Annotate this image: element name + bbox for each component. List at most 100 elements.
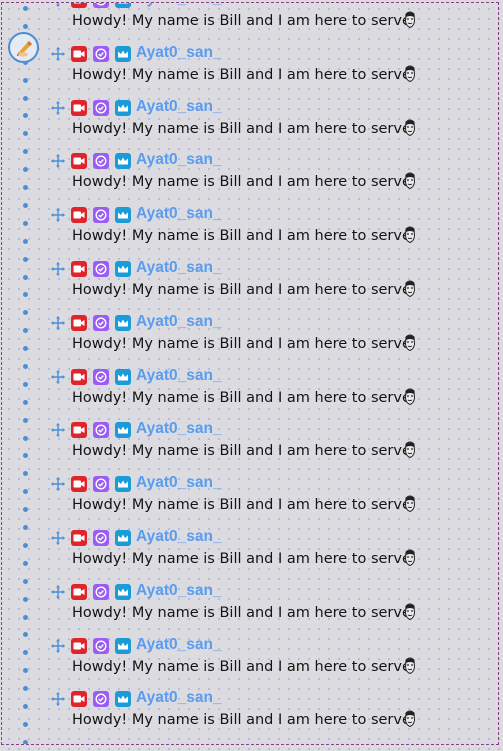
move-handle-icon[interactable] [50, 3, 66, 8]
verified-check-icon [93, 368, 109, 385]
video-camera-icon [71, 261, 87, 277]
edit-hand-icon [16, 40, 32, 57]
chat-message: Ayat0_san_ Howdy! My name is Bill and I a… [2, 419, 498, 473]
bill-face-emote-icon [403, 172, 417, 190]
message-text: Howdy! My name is Bill and I am here to … [72, 282, 411, 298]
crown-icon [115, 3, 131, 8]
username[interactable]: Ayat0_san_ [136, 258, 222, 278]
chat-message: Ayat0_san_ Howdy! My name is Bill and I a… [2, 97, 498, 151]
message-text: Howdy! My name is Bill and I am here to … [72, 658, 411, 675]
chat-message: Ayat0_san_ Howdy! My name is Bill and I a… [2, 473, 498, 527]
username[interactable]: Ayat0_san_ [136, 473, 222, 493]
crown-icon [115, 45, 131, 62]
video-camera-icon [71, 530, 87, 546]
username[interactable]: Ayat0_san_ [136, 150, 222, 170]
bill-face-emote-icon [403, 603, 417, 621]
bill-face-emote-icon [403, 119, 417, 137]
move-handle-icon[interactable] [50, 261, 66, 277]
edit-button[interactable] [8, 32, 39, 63]
bill-face-emote-icon [403, 710, 417, 728]
verified-check-icon [93, 3, 109, 8]
move-handle-icon[interactable] [50, 315, 66, 331]
bill-face-emote-icon [403, 657, 417, 675]
verified-check-icon [93, 691, 109, 708]
message-text: Howdy! My name is Bill and I am here to … [72, 335, 411, 352]
video-camera-icon [71, 45, 87, 62]
move-handle-icon[interactable] [50, 422, 66, 438]
username[interactable]: Ayat0_san_ [136, 3, 222, 9]
message-text: Howdy! My name is Bill and I am here to … [72, 604, 411, 621]
verified-check-icon [93, 530, 109, 546]
message-text: Howdy! My name is Bill and I am here to … [72, 174, 411, 191]
move-handle-icon[interactable] [50, 153, 66, 169]
crown-icon [115, 530, 131, 546]
username[interactable]: Ayat0_san_ [136, 419, 222, 439]
message-text: Howdy! My name is Bill and I am here to … [72, 228, 411, 245]
verified-check-icon [93, 583, 109, 600]
message-text: Howdy! My name is Bill and I am here to … [72, 712, 411, 729]
video-camera-icon [71, 314, 87, 331]
crown-icon [115, 261, 131, 277]
bill-face-emote-icon [403, 495, 417, 513]
bill-face-emote-icon [403, 334, 417, 352]
crown-icon [115, 99, 131, 116]
verified-check-icon [93, 45, 109, 62]
username[interactable]: Ayat0_san_ [136, 688, 222, 708]
move-handle-icon[interactable] [50, 638, 66, 654]
move-handle-icon[interactable] [50, 46, 66, 62]
chat-message: Ayat0_san_ Howdy! My name is Bill and I a… [2, 635, 498, 689]
chat-message: Ayat0_san_ Howdy! My name is Bill and I a… [2, 3, 498, 43]
verified-check-icon [93, 637, 109, 654]
username[interactable]: Ayat0_san_ [136, 581, 222, 601]
username[interactable]: Ayat0_san_ [136, 635, 222, 655]
chat-message: Ayat0_san_ Howdy! My name is Bill and I a… [2, 312, 498, 366]
username[interactable]: Ayat0_san_ [136, 366, 222, 386]
video-camera-icon [71, 368, 87, 385]
chat-message: Ayat0_san_ Howdy! My name is Bill and I a… [2, 204, 498, 258]
crown-icon [115, 207, 131, 224]
video-camera-icon [71, 691, 87, 708]
video-camera-icon [71, 99, 87, 116]
video-camera-icon [71, 153, 87, 170]
username[interactable]: Ayat0_san_ [136, 97, 222, 117]
crown-icon [115, 153, 131, 170]
bill-face-emote-icon [403, 549, 417, 567]
bill-face-emote-icon [403, 280, 417, 298]
message-text: Howdy! My name is Bill and I am here to … [72, 497, 411, 514]
move-handle-icon[interactable] [50, 207, 66, 223]
message-text: Howdy! My name is Bill and I am here to … [72, 443, 411, 460]
message-text: Howdy! My name is Bill and I am here to … [72, 13, 411, 29]
move-handle-icon[interactable] [50, 100, 66, 116]
move-handle-icon[interactable] [50, 369, 66, 385]
username[interactable]: Ayat0_san_ [136, 527, 222, 547]
crown-icon [115, 637, 131, 654]
move-handle-icon[interactable] [50, 476, 66, 492]
message-list: Ayat0_san_ Howdy! My name is Bill and I a… [2, 3, 498, 744]
verified-check-icon [93, 314, 109, 331]
chat-message: Ayat0_san_ Howdy! My name is Bill and I a… [2, 258, 498, 312]
crown-icon [115, 368, 131, 385]
verified-check-icon [93, 261, 109, 277]
message-text: Howdy! My name is Bill and I am here to … [72, 551, 411, 567]
username[interactable]: Ayat0_san_ [136, 43, 222, 63]
verified-check-icon [93, 476, 109, 493]
move-handle-icon[interactable] [50, 691, 66, 707]
bill-face-emote-icon [403, 441, 417, 459]
video-camera-icon [71, 422, 87, 439]
message-text: Howdy! My name is Bill and I am here to … [72, 120, 411, 137]
message-text: Howdy! My name is Bill and I am here to … [72, 389, 411, 406]
video-camera-icon [71, 476, 87, 493]
video-camera-icon [71, 637, 87, 654]
username[interactable]: Ayat0_san_ [136, 204, 222, 224]
chat-message: Ayat0_san_ Howdy! My name is Bill and I a… [2, 527, 498, 581]
crown-icon [115, 691, 131, 708]
chat-message: Ayat0_san_ Howdy! My name is Bill and I a… [2, 150, 498, 204]
move-handle-icon[interactable] [50, 584, 66, 600]
bill-face-emote-icon [403, 11, 417, 29]
message-text: Howdy! My name is Bill and I am here to … [72, 66, 411, 83]
username[interactable]: Ayat0_san_ [136, 312, 222, 332]
move-handle-icon[interactable] [50, 530, 66, 546]
verified-check-icon [93, 99, 109, 116]
verified-check-icon [93, 153, 109, 170]
crown-icon [115, 583, 131, 600]
